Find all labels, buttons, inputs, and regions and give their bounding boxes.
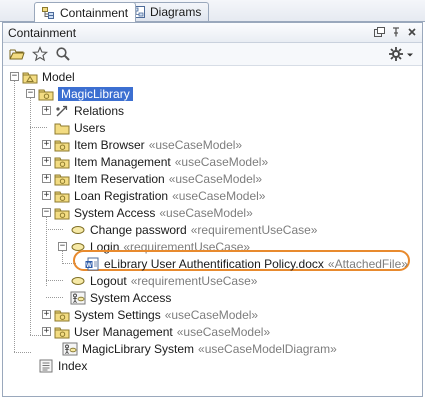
collapse-toggle[interactable]: −	[42, 208, 51, 217]
tree-node-item-reservation[interactable]: Item Reservation «useCaseModel»	[54, 170, 262, 187]
tree-node-magiclibrary[interactable]: MagicLibrary	[38, 85, 133, 102]
node-label-selected: MagicLibrary	[58, 86, 133, 101]
tree-node-users[interactable]: Users	[54, 119, 105, 136]
tab-strip: Containment Diagrams	[0, 0, 425, 22]
collapse-toggle[interactable]: −	[10, 72, 19, 81]
package-icon	[22, 70, 38, 84]
gear-icon[interactable]	[388, 46, 404, 62]
pin-icon[interactable]	[389, 26, 402, 38]
node-stereotype: «requirementUseCase»	[190, 222, 318, 237]
node-stereotype: «useCaseModel»	[168, 171, 263, 186]
tree-node-item-browser[interactable]: Item Browser «useCaseModel»	[54, 136, 242, 153]
expand-toggle[interactable]: +	[42, 327, 51, 336]
node-stereotype: «useCaseModel»	[172, 188, 266, 203]
word-document-icon	[84, 257, 100, 271]
package-icon	[54, 172, 70, 186]
package-icon	[54, 189, 70, 203]
containment-icon	[42, 6, 55, 19]
containment-panel: Containment − − + + + + + − − + + Model …	[2, 22, 423, 397]
tree-node-magiclibrary-system[interactable]: MagicLibrary System «useCaseModelDiagram…	[62, 340, 337, 357]
package-icon	[38, 87, 54, 101]
tree-node-system-access[interactable]: System Access «useCaseModel»	[54, 204, 253, 221]
tree-node-logout[interactable]: Logout «requirementUseCase»	[70, 272, 257, 289]
expand-toggle[interactable]: +	[42, 191, 51, 200]
package-icon	[54, 325, 70, 339]
tree-node-user-management[interactable]: User Management «useCaseModel»	[54, 323, 270, 340]
package-icon	[54, 206, 70, 220]
panel-toolbar	[3, 43, 422, 66]
node-stereotype: «requirementUseCase»	[130, 273, 258, 288]
panel-title-bar: Containment	[3, 23, 422, 43]
use-case-diagram-icon	[62, 342, 78, 356]
tab-label: Containment	[60, 5, 129, 20]
tree-node-item-management[interactable]: Item Management «useCaseModel»	[54, 153, 268, 170]
node-label: User Management	[74, 324, 173, 339]
tree-node-loan-registration[interactable]: Loan Registration «useCaseModel»	[54, 187, 265, 204]
node-label: Logout	[90, 273, 127, 288]
tree-node-relations[interactable]: Relations	[54, 102, 124, 119]
node-stereotype: «useCaseModel»	[164, 307, 259, 322]
index-icon	[38, 359, 54, 373]
node-stereotype: «useCaseModel»	[174, 154, 269, 169]
tab-label: Diagrams	[150, 5, 202, 19]
node-label: System Access	[90, 290, 172, 305]
expand-toggle[interactable]: +	[42, 157, 51, 166]
tree-node-system-access-diagram[interactable]: System Access	[70, 289, 171, 306]
folder-icon	[54, 121, 70, 135]
close-icon[interactable]	[405, 26, 418, 38]
package-icon	[54, 308, 70, 322]
expand-toggle[interactable]: +	[42, 140, 51, 149]
use-case-diagram-icon	[70, 291, 86, 305]
node-label: Index	[58, 358, 88, 373]
node-stereotype: «AttachedFile»	[327, 256, 408, 271]
tree-node-system-settings[interactable]: System Settings «useCaseModel»	[54, 306, 258, 323]
containment-tree: − − + + + + + − − + + Model MagicLibrary…	[3, 66, 422, 396]
node-label: Loan Registration	[74, 188, 169, 203]
node-stereotype: «useCaseModelDiagram»	[198, 341, 337, 356]
expand-toggle[interactable]: +	[42, 310, 51, 319]
float-window-icon[interactable]	[373, 26, 386, 38]
node-label: Relations	[74, 103, 125, 118]
panel-title: Containment	[8, 25, 77, 40]
node-label: System Settings	[74, 307, 161, 322]
package-icon	[54, 138, 70, 152]
node-label: Change password	[90, 222, 187, 237]
package-icon	[54, 155, 70, 169]
node-stereotype: «useCaseModel»	[176, 324, 271, 339]
node-label: MagicLibrary System	[82, 341, 195, 356]
node-stereotype: «useCaseModel»	[159, 205, 253, 220]
chevron-down-icon[interactable]	[406, 47, 414, 61]
relations-icon	[54, 104, 70, 118]
tree-node-attached-file[interactable]: eLibrary User Authentification Policy.do…	[84, 255, 408, 272]
tab-containment[interactable]: Containment	[34, 2, 137, 22]
use-case-icon	[70, 223, 86, 237]
open-folder-icon[interactable]	[9, 46, 25, 62]
collapse-toggle[interactable]: −	[26, 89, 35, 98]
tree-node-change-password[interactable]: Change password «requirementUseCase»	[70, 221, 317, 238]
node-label: Item Browser	[74, 137, 145, 152]
search-icon[interactable]	[55, 46, 71, 62]
tree-node-model[interactable]: Model	[22, 68, 75, 85]
node-label: Model	[42, 69, 75, 84]
node-label: Users	[74, 120, 106, 135]
expand-toggle[interactable]: +	[42, 174, 51, 183]
node-label: System Access	[74, 205, 156, 220]
node-label: eLibrary User Authentification Policy.do…	[104, 256, 324, 271]
expand-toggle[interactable]: +	[42, 106, 51, 115]
star-icon[interactable]	[32, 46, 48, 62]
tab-diagrams[interactable]: Diagrams	[124, 2, 210, 21]
use-case-icon	[70, 274, 86, 288]
tree-node-index[interactable]: Index	[38, 357, 87, 374]
node-stereotype: «useCaseModel»	[148, 137, 243, 152]
node-label: Item Reservation	[74, 171, 165, 186]
collapse-toggle[interactable]: −	[58, 242, 67, 251]
node-label: Item Management	[74, 154, 171, 169]
